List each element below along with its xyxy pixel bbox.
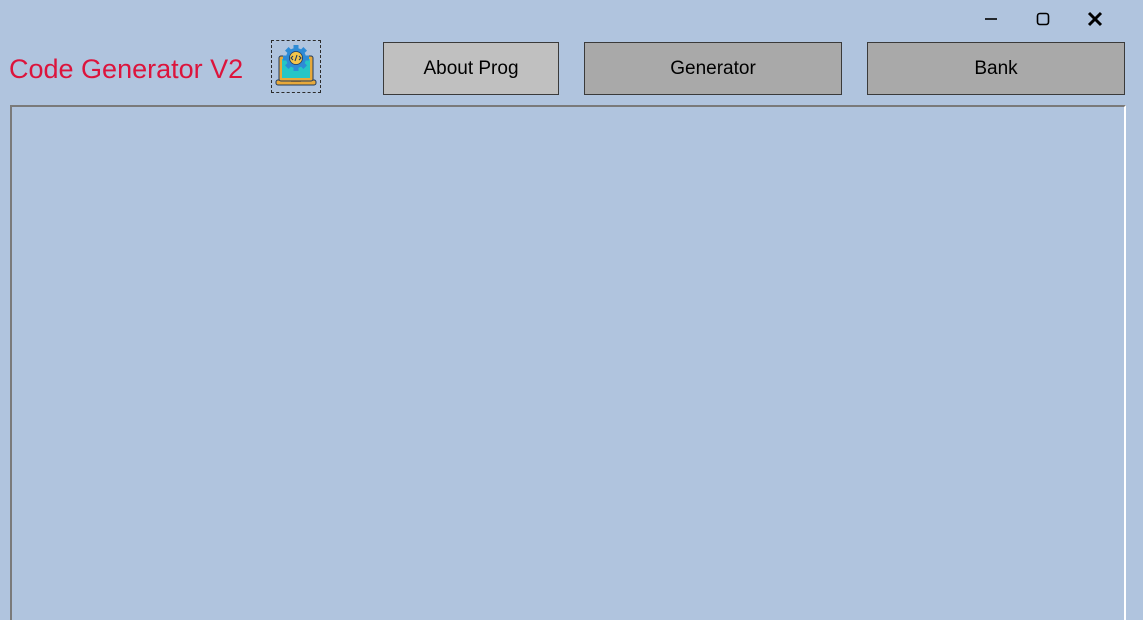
window-controls [965, 6, 1121, 32]
maximize-button[interactable] [1017, 6, 1069, 32]
app-logo[interactable] [271, 40, 321, 93]
maximize-icon [1036, 12, 1050, 26]
minimize-button[interactable] [965, 6, 1017, 32]
minimize-icon [985, 18, 997, 20]
generator-button[interactable]: Generator [584, 42, 842, 95]
about-prog-button[interactable]: About Prog [383, 42, 559, 95]
app-window: Code Generator V2 About Prog Generator B… [0, 0, 1143, 620]
close-button[interactable] [1069, 6, 1121, 32]
content-panel [10, 105, 1126, 620]
app-title: Code Generator V2 [9, 54, 244, 84]
close-icon [1087, 11, 1103, 27]
laptop-gear-code-icon [275, 44, 317, 85]
bank-button[interactable]: Bank [867, 42, 1125, 95]
